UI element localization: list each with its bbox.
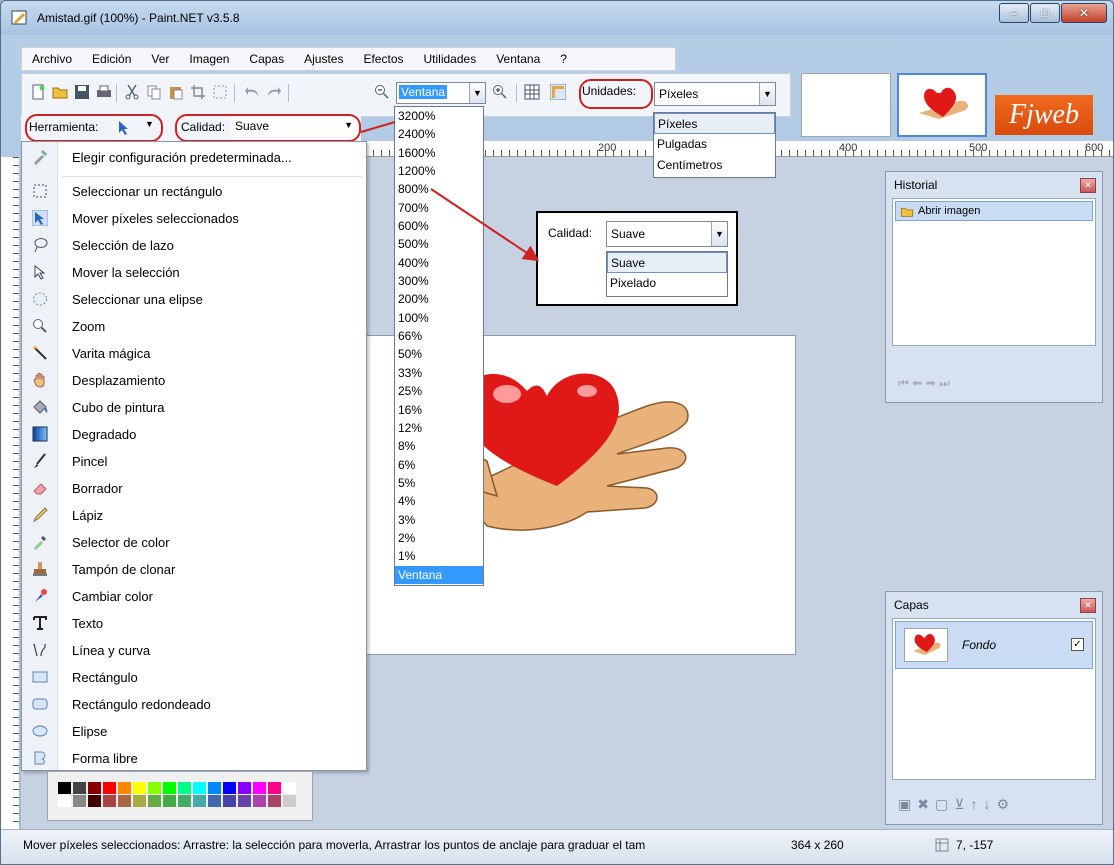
history-panel: Historial ✕ Abrir imagen ⏮ ⬅ ➡ ⏭: [885, 171, 1103, 403]
cursor-position: 7, -157: [956, 838, 994, 852]
cursor-position-icon: [935, 838, 949, 852]
merge-layer-icon[interactable]: ⊻: [954, 796, 970, 812]
layers-panel: Capas ✕ Fondo ✓ ▣✖▢⊻↑↓⚙: [885, 591, 1103, 825]
heart-thumbnail: [919, 87, 968, 119]
status-bar: Mover píxeles seleccionados: Arrastre: l…: [1, 829, 1113, 864]
delete-layer-icon[interactable]: ✖: [917, 796, 935, 812]
duplicate-layer-icon[interactable]: ▢: [935, 796, 954, 812]
history-last-icon[interactable]: ⏭: [939, 376, 950, 390]
layers-controls: ▣✖▢⊻↑↓⚙: [898, 796, 1015, 813]
history-redo-icon[interactable]: ➡: [926, 376, 936, 390]
history-controls: ⏮ ⬅ ➡ ⏭: [898, 376, 950, 391]
image-thumbnail[interactable]: [801, 73, 891, 137]
move-layer-down-icon[interactable]: ↓: [983, 796, 996, 812]
add-layer-icon[interactable]: ▣: [898, 796, 917, 812]
history-undo-icon[interactable]: ⬅: [912, 376, 922, 390]
history-close-button[interactable]: ✕: [1080, 178, 1096, 193]
move-layer-up-icon[interactable]: ↑: [970, 796, 983, 812]
status-message: Mover píxeles seleccionados: Arrastre: l…: [23, 838, 646, 852]
layer-visibility-checkbox[interactable]: ✓: [1071, 638, 1084, 651]
image-thumbnail-active[interactable]: [897, 73, 987, 137]
layers-list: Fondo ✓: [892, 618, 1096, 780]
history-list: Abrir imagen: [892, 198, 1096, 346]
layers-title: Capas: [894, 598, 929, 612]
layer-thumbnail: [904, 628, 948, 662]
image-size: 364 x 260: [791, 838, 844, 852]
fjweb-logo: Fjweb: [995, 95, 1093, 135]
open-icon: [900, 207, 914, 217]
history-first-icon[interactable]: ⏮: [898, 376, 909, 390]
app-window: Amistad.gif (100%) - Paint.NET v3.5.8 – …: [0, 0, 1114, 865]
close-icon: ✕: [1084, 600, 1092, 610]
heart-thumbnail: [913, 634, 941, 655]
image-thumbnails: Fjweb: [801, 47, 1113, 141]
arrow-to-callout: [430, 188, 540, 262]
history-item[interactable]: Abrir imagen: [895, 201, 1093, 221]
history-title: Historial: [894, 178, 938, 192]
layer-item[interactable]: Fondo ✓: [895, 621, 1093, 669]
layer-properties-icon[interactable]: ⚙: [996, 796, 1015, 812]
layers-close-button[interactable]: ✕: [1080, 598, 1096, 613]
close-icon: ✕: [1084, 180, 1092, 190]
arrow-quality-to-list: [360, 121, 396, 133]
